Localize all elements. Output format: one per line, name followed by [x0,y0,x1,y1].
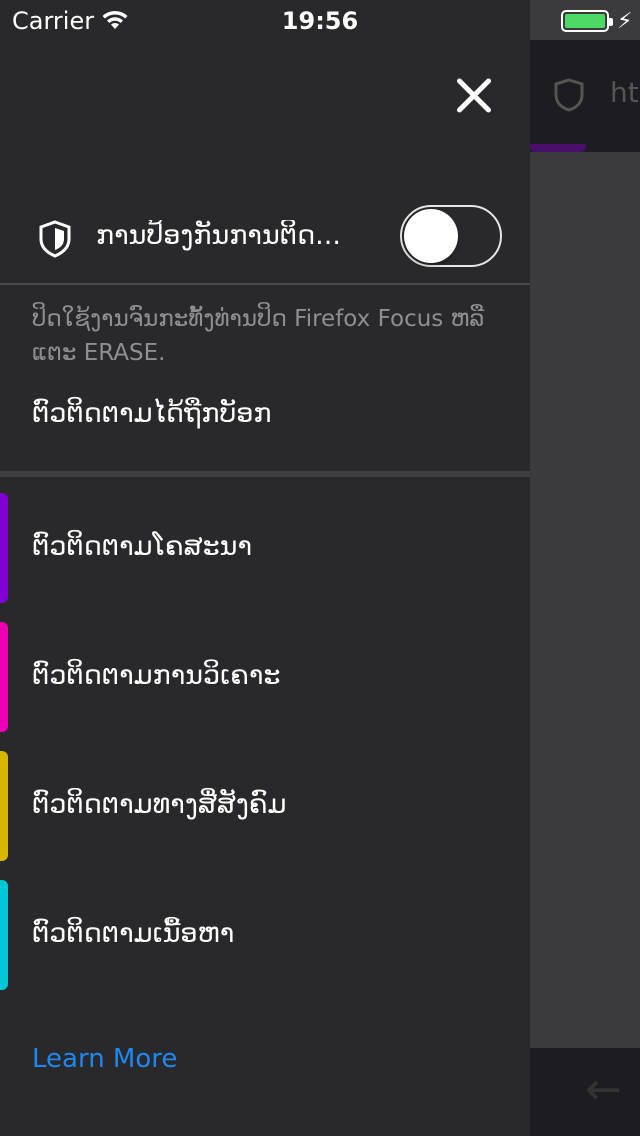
category-color-bar [0,622,8,732]
browser-background [530,0,640,1136]
divider [0,283,530,285]
tracking-protection-panel: ການປ້ອງກັນການຕິດ... ປິດໃຊ້ງານຈົນກະທັ້ງທ່… [0,0,530,1136]
progress-bar [530,144,586,152]
category-social-trackers: ຕົວຕິດຕາມທາງສື່ສັງຄົມ [0,751,530,861]
url-text[interactable]: ht [610,76,639,109]
tracking-protection-description: ປິດໃຊ້ງານຈົນກະທັ້ງທ່ານປິດ Firefox Focus … [32,306,485,366]
shield-icon[interactable] [552,78,586,112]
category-label: ຕົວຕິດຕາມເນື້ອຫາ [32,918,235,949]
learn-more-link[interactable]: Learn More [32,1044,177,1074]
battery-nub [609,18,613,26]
category-ad-trackers: ຕົວຕິດຕາມໂຄສະນາ [0,493,530,603]
tracking-protection-toggle[interactable] [400,205,502,267]
trackers-blocked-label: ຕົວຕິດຕາມໄດ້ຖືກບັອກ [32,398,272,429]
status-bar: Carrier 19:56 ⚡ [0,0,640,40]
charging-icon: ⚡ [617,9,633,34]
tracking-protection-row: ການປ້ອງກັນການຕິດ... [0,200,530,284]
back-arrow-icon[interactable]: ← [585,1068,622,1112]
category-label: ຕົວຕິດຕາມທາງສື່ສັງຄົມ [32,789,287,820]
category-label: ຕົວຕິດຕາມໂຄສະນາ [32,531,253,562]
category-analytic-trackers: ຕົວຕິດຕາມການວິເຄາະ [0,622,530,732]
category-label: ຕົວຕິດຕາມການວິເຄາະ [32,660,281,691]
clock: 19:56 [281,7,359,35]
battery-fill [565,14,605,28]
category-color-bar [0,880,8,990]
battery-icon [561,10,613,32]
category-color-bar [0,751,8,861]
tracking-protection-label: ການປ້ອງກັນການຕິດ... [96,220,341,251]
category-color-bar [0,493,8,603]
close-icon[interactable] [448,70,500,122]
category-content-trackers: ຕົວຕິດຕາມເນື້ອຫາ [0,880,530,990]
shield-icon [39,220,71,258]
toggle-knob [404,209,458,263]
section-divider [0,471,530,477]
